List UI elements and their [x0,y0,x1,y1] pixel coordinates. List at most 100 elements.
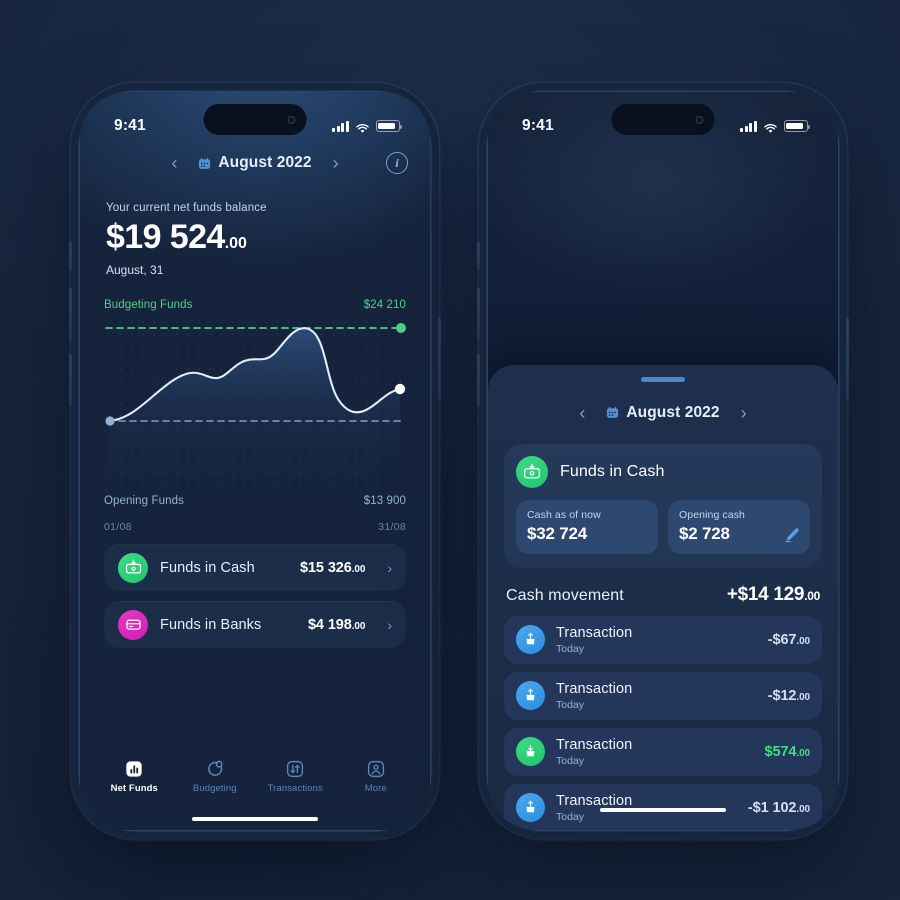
dynamic-island [611,104,715,135]
opening-funds-marker [105,416,115,426]
bar-chart-icon [125,760,143,778]
transaction-date: Today [556,699,585,711]
cash-detail-sheet: ‹ August 2022 › Funds in Cash Cash as of… [488,365,838,830]
home-indicator[interactable] [600,807,726,812]
transaction-text: Transaction Today [556,736,754,767]
tab-more[interactable]: More [341,760,411,794]
battery-icon [376,120,403,132]
next-month-button[interactable]: › [328,150,344,176]
volume-up-button[interactable] [477,288,480,340]
pie-chart-icon [206,760,224,778]
funds-in-banks-amount: $4 198.00 [307,616,366,633]
chevron-right-icon[interactable]: › [387,560,392,576]
chart-top-labels: Budgeting Funds $24 210 [104,299,406,311]
person-icon [367,760,385,778]
transaction-amount: -$1 102.00 [747,799,810,816]
transaction-title: Transaction [556,681,633,697]
cash-as-of-now-metric[interactable]: Cash as of now $32 724 [516,499,658,554]
chart-svg [105,323,406,493]
tab-net-funds[interactable]: Net Funds [99,760,169,794]
tab-more-label: More [364,783,387,794]
funds-in-cash-panel: Funds in Cash Cash as of now $32 724 Ope… [504,443,822,568]
sheet-grabber[interactable] [641,377,685,382]
transaction-date: Today [556,755,585,767]
transaction-text: Transaction Today [556,680,757,711]
opening-cash-label: Opening cash [679,508,745,521]
x-axis-end: 31/08 [378,521,406,533]
screen-right: 9:41 ‹ August 2022 › Funds in Cash Cash … [488,92,838,830]
chart-plot-area [104,315,406,493]
tab-net-funds-label: Net Funds [110,783,158,794]
current-funds-marker [394,383,406,395]
opening-funds-value: $13 900 [363,495,406,507]
opening-cash-value: $2 728 [679,523,730,543]
home-indicator[interactable] [192,816,318,821]
prev-month-button[interactable]: ‹ [574,400,590,426]
cash-as-of-now-value: $32 724 [527,523,588,543]
volume-down-button[interactable] [477,354,480,406]
balance-amount: $19 524.00 [106,220,404,254]
battery-icon [784,120,811,132]
balance-amount-cents: .00 [224,235,247,252]
mute-switch[interactable] [69,242,72,270]
funds-in-banks-card[interactable]: Funds in Banks $4 198.00 › [104,601,406,648]
cash-as-of-now-label: Cash as of now [527,508,601,521]
next-month-button[interactable]: › [736,400,752,426]
month-text: August 2022 [218,154,312,171]
budgeting-funds-marker [396,323,406,333]
funds-in-cash-amount: $15 326.00 [300,559,366,576]
wifi-icon [355,121,370,133]
chart-bottom-labels: Opening Funds $13 900 [104,495,406,507]
power-button[interactable] [846,318,849,400]
transaction-row[interactable]: Transaction Today $574.00 [504,727,822,776]
bottom-tab-bar: Net Funds Budgeting Transactions More [80,746,430,830]
volume-down-button[interactable] [69,354,72,406]
prev-month-button[interactable]: ‹ [166,150,182,176]
transaction-date: Today [556,643,585,655]
screen-left: 9:41 ‹ August 2022 › i Your current net … [80,92,430,830]
wifi-icon [763,121,778,133]
transactions-list: Transaction Today -$67.00 Transaction To… [504,615,822,830]
front-camera-icon [695,115,704,124]
month-label[interactable]: August 2022 [606,403,720,422]
cash-icon [516,455,548,488]
pencil-icon[interactable] [784,527,800,543]
tab-transactions[interactable]: Transactions [260,760,330,794]
cash-icon [118,552,148,583]
opening-cash-metric[interactable]: Opening cash $2 728 [668,499,810,554]
transaction-row[interactable]: Transaction Today -$67.00 [504,615,822,664]
balance-caption: Your current net funds balance [106,202,267,214]
balance-date: August, 31 [106,263,164,277]
tab-transactions-label: Transactions [267,783,323,794]
funds-in-cash-card[interactable]: Funds in Cash $15 326.00 › [104,544,406,591]
transfer-icon [286,760,304,778]
volume-up-button[interactable] [69,288,72,340]
tab-budgeting[interactable]: Budgeting [180,760,250,794]
month-label[interactable]: August 2022 [198,154,312,172]
cash-movement-row: Cash movement +$14 129.00 [506,584,820,606]
funds-in-banks-label: Funds in Banks [160,616,262,633]
funds-in-cash-label: Funds in Cash [160,559,255,576]
transaction-amount: -$12.00 [767,687,810,704]
phone-right: 9:41 ‹ August 2022 › Funds in Cash Cash … [477,92,849,830]
month-navigator-left: ‹ August 2022 › i [80,150,430,176]
chevron-right-icon[interactable]: › [387,617,392,633]
net-funds-chart[interactable]: Budgeting Funds $24 210 Opening Funds $1… [104,299,406,534]
month-text: August 2022 [626,403,720,421]
cellular-bars-icon [740,120,757,132]
balance-amount-main: $19 524 [106,218,225,256]
status-indicators [332,120,403,133]
opening-funds-label: Opening Funds [104,495,184,507]
cash-movement-label: Cash movement [506,586,624,604]
transaction-date: Today [556,811,585,823]
power-button[interactable] [438,318,441,400]
balance-section: Your current net funds balance $19 524.0… [80,176,430,277]
mute-switch[interactable] [477,242,480,270]
calendar-icon [606,406,619,419]
info-icon[interactable]: i [386,152,408,174]
budgeting-funds-label: Budgeting Funds [104,299,193,311]
arrow-down-bag-icon [516,737,545,766]
transaction-row[interactable]: Transaction Today -$12.00 [504,671,822,720]
x-axis-start: 01/08 [104,521,132,533]
cash-movement-value: +$14 129.00 [726,583,820,605]
